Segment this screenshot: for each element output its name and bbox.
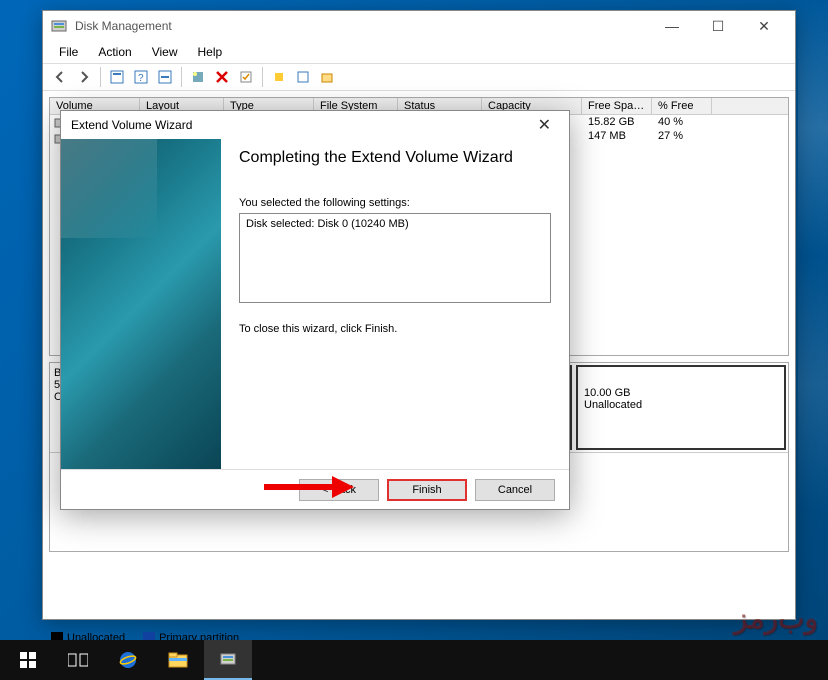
- wizard-titlebar[interactable]: Extend Volume Wizard ✕: [61, 111, 569, 139]
- minimize-button[interactable]: —: [649, 11, 695, 41]
- forward-icon[interactable]: [73, 66, 95, 88]
- explorer-icon[interactable]: [154, 640, 202, 680]
- back-icon[interactable]: [49, 66, 71, 88]
- partition-unallocated[interactable]: 10.00 GB Unallocated: [576, 365, 786, 450]
- menu-help[interactable]: Help: [190, 43, 231, 61]
- ie-icon[interactable]: [104, 640, 152, 680]
- annotation-arrow: [264, 478, 354, 496]
- app-icon: [51, 18, 67, 34]
- toolbar-icon[interactable]: ?: [130, 66, 152, 88]
- col-pct[interactable]: % Free: [652, 98, 712, 114]
- toolbar-icon[interactable]: [268, 66, 290, 88]
- watermark: وب‌رمز: [734, 602, 818, 636]
- wizard-subtitle: You selected the following settings:: [239, 197, 551, 209]
- toolbar-icon[interactable]: [106, 66, 128, 88]
- finish-button[interactable]: Finish: [387, 479, 467, 501]
- toolbar-icon[interactable]: [316, 66, 338, 88]
- setting-item: Disk selected: Disk 0 (10240 MB): [246, 218, 544, 230]
- settings-listbox[interactable]: Disk selected: Disk 0 (10240 MB): [239, 213, 551, 303]
- delete-icon[interactable]: [211, 66, 233, 88]
- menubar: File Action View Help: [43, 41, 795, 63]
- extend-volume-wizard: Extend Volume Wizard ✕ Completing the Ex…: [60, 110, 570, 510]
- toolbar-icon[interactable]: [187, 66, 209, 88]
- close-button[interactable]: ✕: [741, 11, 787, 41]
- menu-file[interactable]: File: [51, 43, 86, 61]
- maximize-button[interactable]: ☐: [695, 11, 741, 41]
- wizard-hint: To close this wizard, click Finish.: [239, 323, 551, 335]
- window-title: Disk Management: [75, 19, 172, 33]
- close-icon[interactable]: ✕: [530, 115, 559, 135]
- toolbar-icon[interactable]: [235, 66, 257, 88]
- col-free[interactable]: Free Spa…: [582, 98, 652, 114]
- titlebar[interactable]: Disk Management — ☐ ✕: [43, 11, 795, 41]
- toolbar: ?: [43, 63, 795, 91]
- diskmgmt-taskbar-icon[interactable]: [204, 640, 252, 680]
- wizard-banner: [61, 139, 221, 469]
- cancel-button[interactable]: Cancel: [475, 479, 555, 501]
- start-button[interactable]: [4, 640, 52, 680]
- menu-view[interactable]: View: [144, 43, 186, 61]
- wizard-heading: Completing the Extend Volume Wizard: [239, 149, 551, 167]
- wizard-title-text: Extend Volume Wizard: [71, 118, 192, 132]
- taskbar: [0, 640, 828, 680]
- taskview-icon[interactable]: [54, 640, 102, 680]
- svg-text:?: ?: [138, 73, 144, 84]
- toolbar-icon[interactable]: [292, 66, 314, 88]
- toolbar-icon[interactable]: [154, 66, 176, 88]
- menu-action[interactable]: Action: [90, 43, 139, 61]
